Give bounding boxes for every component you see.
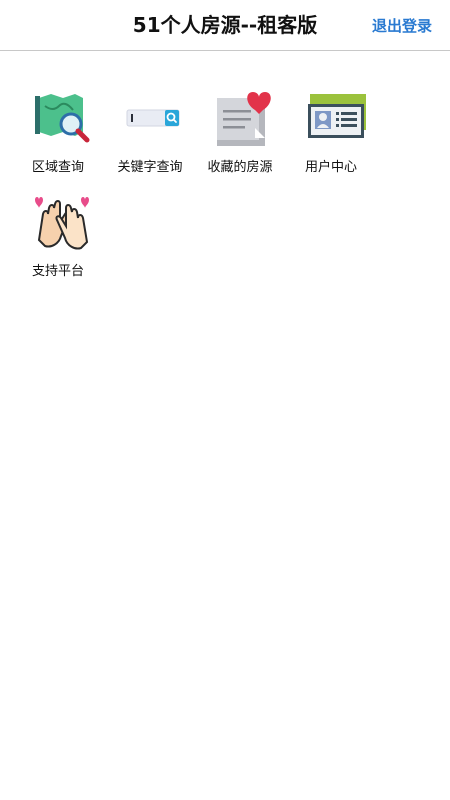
menu-item-label: 用户中心 [304,160,357,175]
keyword-search-icon [125,88,185,148]
menu-item-support-platform[interactable]: 支持平台 [14,184,102,279]
menu-item-label: 收藏的房源 [207,160,273,175]
favorite-document-icon [215,88,275,148]
menu-item-label: 支持平台 [31,264,84,279]
menu-item-area-search[interactable]: 区域查询 [14,80,102,175]
app-header: 51个人房源--租客版 退出登录 [0,0,450,51]
menu-item-keyword-search[interactable]: 关键字查询 [106,80,194,175]
user-card-icon [306,88,366,148]
menu-item-favorites[interactable]: 收藏的房源 [196,80,284,175]
map-search-icon [33,88,93,148]
clapping-hands-icon [33,192,93,252]
menu-item-user-center[interactable]: 用户中心 [287,80,375,175]
logout-button[interactable]: 退出登录 [372,0,432,50]
menu-item-label: 关键字查询 [117,160,183,175]
menu-item-label: 区域查询 [31,160,84,175]
